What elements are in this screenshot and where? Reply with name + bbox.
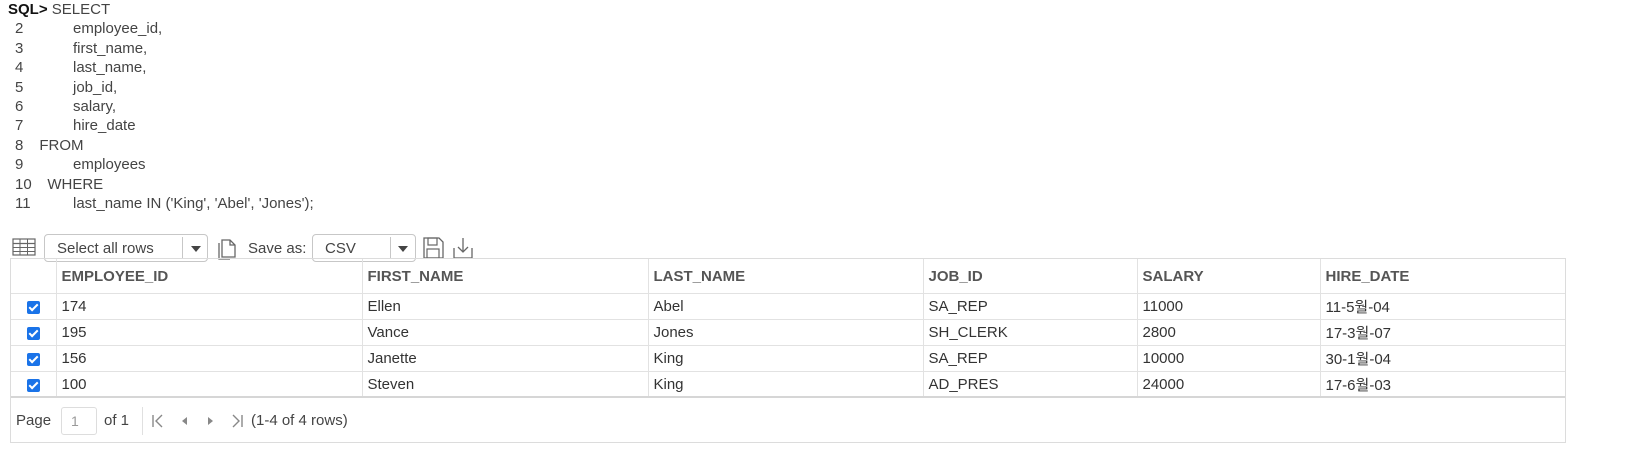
table-cell: Abel: [648, 293, 924, 320]
column-header[interactable]: FIRST_NAME: [362, 259, 649, 294]
table-cell: 30-1월-04: [1320, 345, 1565, 372]
sql-line: 8 FROM: [15, 136, 84, 154]
chevron-down-icon: [398, 246, 408, 252]
table-cell: 24000: [1137, 371, 1321, 398]
table-row[interactable]: 156 Janette King SA_REP 10000 30-1월-04: [11, 345, 1565, 372]
table-row[interactable]: 100 Steven King AD_PRES 24000 17-6월-03: [11, 371, 1565, 398]
table-cell: Jones: [648, 319, 924, 346]
row-range-text: (1-4 of 4 rows): [251, 412, 348, 429]
copy-icon[interactable]: [216, 236, 238, 260]
table-cell: 100: [56, 371, 363, 398]
sql-line: 3 first_name,: [15, 39, 148, 57]
sql-line: 6 salary,: [15, 97, 117, 115]
table-cell: 156: [56, 345, 363, 372]
pagination-bar: Page 1 of 1 (1-4 of 4 rows): [11, 401, 611, 441]
table-cell: 174: [56, 293, 363, 320]
table-cell: 195: [56, 319, 363, 346]
table-cell: 2800: [1137, 319, 1321, 346]
save-icon[interactable]: [422, 236, 444, 260]
table-cell: Janette: [362, 345, 649, 372]
table-cell: King: [648, 345, 924, 372]
next-page-icon[interactable]: [202, 413, 218, 429]
sql-editor-output: SQL> SELECT 2 employee_id, 3 first_name,…: [8, 0, 908, 213]
column-header[interactable]: LAST_NAME: [648, 259, 924, 294]
column-header[interactable]: JOB_ID: [923, 259, 1138, 294]
column-header-select: [11, 259, 57, 294]
sql-line: 10 WHERE: [15, 175, 104, 193]
grid-icon[interactable]: [12, 238, 36, 256]
table-cell: Steven: [362, 371, 649, 398]
first-page-icon[interactable]: [150, 413, 166, 429]
previous-page-icon[interactable]: [177, 413, 193, 429]
sql-line: 7 hire_date: [15, 117, 136, 135]
table-cell: 17-6월-03: [1320, 371, 1565, 398]
page-number-input[interactable]: 1: [61, 407, 97, 435]
results-grid: EMPLOYEE_ID FIRST_NAME LAST_NAME JOB_ID …: [10, 258, 1566, 443]
download-icon[interactable]: [452, 236, 474, 260]
table-cell: 11000: [1137, 293, 1321, 320]
row-checkbox[interactable]: [26, 352, 40, 366]
sql-line: 4 last_name,: [15, 59, 147, 77]
column-header[interactable]: EMPLOYEE_ID: [56, 259, 363, 294]
sql-prompt: SQL>: [8, 1, 48, 18]
column-header[interactable]: HIRE_DATE: [1320, 259, 1565, 294]
row-checkbox[interactable]: [26, 378, 40, 392]
table-cell: SH_CLERK: [923, 319, 1138, 346]
results-table: EMPLOYEE_ID FIRST_NAME LAST_NAME JOB_ID …: [11, 259, 1565, 398]
table-cell: King: [648, 371, 924, 398]
table-cell: Vance: [362, 319, 649, 346]
row-checkbox[interactable]: [26, 326, 40, 340]
table-header-row: EMPLOYEE_ID FIRST_NAME LAST_NAME JOB_ID …: [11, 259, 1565, 294]
column-header[interactable]: SALARY: [1137, 259, 1321, 294]
table-cell: 17-3월-07: [1320, 319, 1565, 346]
table-row[interactable]: 174 Ellen Abel SA_REP 11000 11-5월-04: [11, 293, 1565, 320]
sql-line: SQL> SELECT: [8, 1, 111, 18]
table-cell: 11-5월-04: [1320, 293, 1565, 320]
table-cell: SA_REP: [923, 293, 1138, 320]
sql-line: 9 employees: [15, 156, 146, 174]
chevron-down-icon: [191, 246, 201, 252]
table-cell: AD_PRES: [923, 371, 1138, 398]
page-count-label: of 1: [104, 412, 130, 429]
last-page-icon[interactable]: [229, 413, 245, 429]
table-cell: SA_REP: [923, 345, 1138, 372]
sql-line: 2 employee_id,: [15, 20, 163, 38]
sql-line: 5 job_id,: [15, 78, 118, 96]
table-cell: 10000: [1137, 345, 1321, 372]
table-row[interactable]: 195 Vance Jones SH_CLERK 2800 17-3월-07: [11, 319, 1565, 346]
grid-divider: [11, 396, 1565, 398]
sql-line: 11 last_name IN ('King', 'Abel', 'Jones'…: [15, 194, 314, 212]
row-checkbox[interactable]: [26, 300, 40, 314]
page-label: Page: [16, 412, 52, 429]
table-cell: Ellen: [362, 293, 649, 320]
